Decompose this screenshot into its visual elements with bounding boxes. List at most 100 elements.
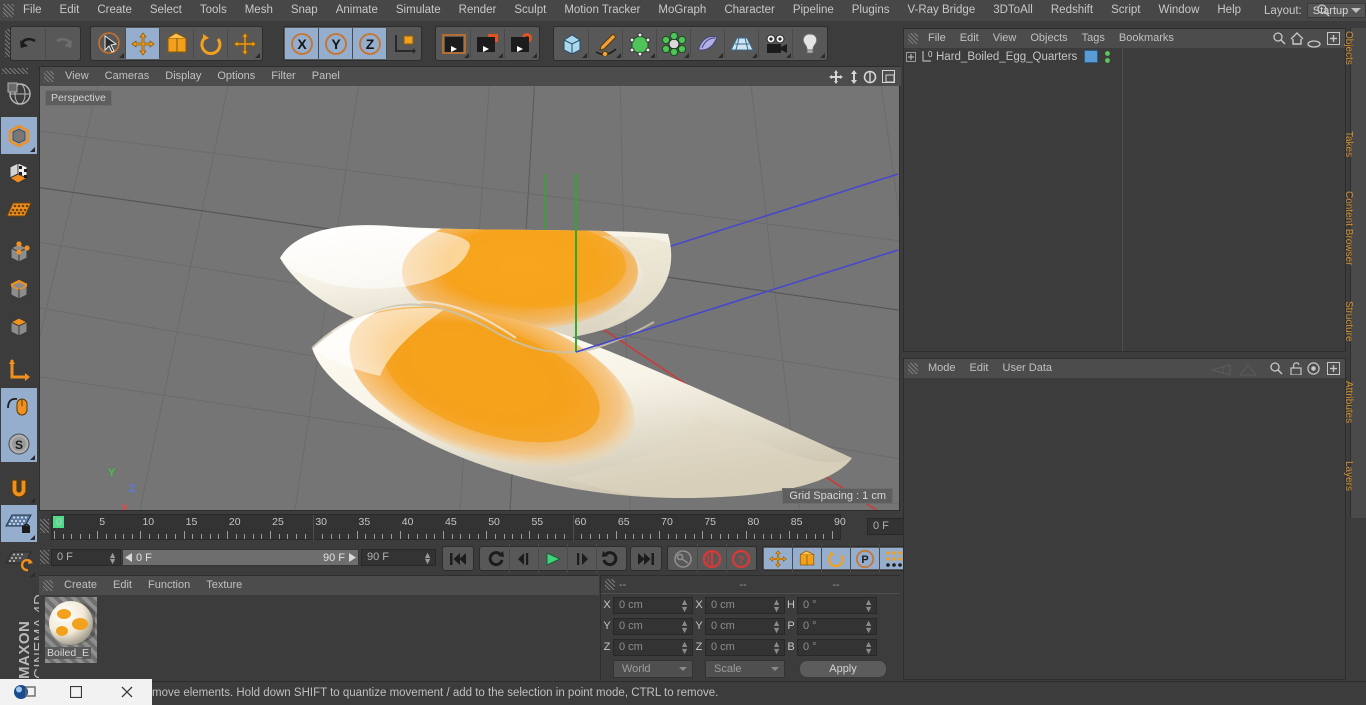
world-object-axis[interactable]: [387, 28, 420, 59]
spinner-icon[interactable]: ▲▼: [772, 618, 781, 634]
search-icon[interactable]: [1270, 362, 1283, 380]
side-tab-content-browser[interactable]: Content Browser: [1343, 188, 1366, 298]
lock-y-axis[interactable]: Y: [319, 28, 352, 59]
spinner-icon[interactable]: ▲▼: [423, 551, 432, 566]
spinner-icon[interactable]: ▲▼: [864, 597, 873, 613]
side-tab-structure[interactable]: Structure: [1343, 298, 1366, 378]
app-icon[interactable]: [0, 679, 51, 705]
dynamic-place-tool[interactable]: [228, 28, 261, 59]
keying-help-button[interactable]: ?: [727, 548, 755, 569]
spinner-icon[interactable]: ▲▼: [864, 639, 873, 655]
enable-axis-modification[interactable]: [1, 351, 37, 388]
coord-field-size-y[interactable]: 0 cm ▲ ▼: [705, 617, 785, 635]
menu-item-plugins[interactable]: Plugins: [843, 0, 899, 21]
viewport-menu-options[interactable]: Options: [209, 67, 263, 86]
coord-field-rot-h[interactable]: 0 ° ▲ ▼: [797, 596, 877, 614]
render-to-picture-viewer-button[interactable]: [471, 28, 504, 59]
menu-item-3dtoall[interactable]: 3DToAll: [984, 0, 1042, 21]
attribute-menu-mode[interactable]: Mode: [921, 359, 963, 378]
material-tag-icon[interactable]: [1084, 50, 1098, 63]
render-view-button[interactable]: [437, 28, 470, 59]
target-icon[interactable]: [1307, 362, 1320, 380]
coord-field-pos-y[interactable]: 0 cm ▲ ▼: [613, 617, 693, 635]
viewport-menu-display[interactable]: Display: [157, 67, 209, 86]
spinner-icon[interactable]: ▲▼: [680, 618, 689, 634]
material-menu-edit[interactable]: Edit: [105, 576, 140, 595]
menu-item-render[interactable]: Render: [450, 0, 506, 21]
viewport-solo-single[interactable]: [1, 388, 37, 425]
menu-item-file[interactable]: File: [14, 0, 51, 21]
expand-icon[interactable]: [904, 51, 918, 62]
material-menu-function[interactable]: Function: [140, 576, 198, 595]
viewport-menu-cameras[interactable]: Cameras: [97, 67, 158, 86]
preview-range-bar[interactable]: 0 F 90 F: [122, 549, 359, 566]
side-tab-objects[interactable]: Objects: [1343, 28, 1366, 128]
record-scale-button[interactable]: [793, 548, 821, 569]
object-menu-edit[interactable]: Edit: [953, 29, 986, 48]
next-key-button[interactable]: [597, 548, 625, 569]
workplane-mode[interactable]: [1, 191, 37, 228]
move-tool[interactable]: [126, 28, 159, 59]
apply-button[interactable]: Apply: [799, 660, 887, 678]
maximize-window-button[interactable]: [51, 679, 102, 705]
material-menu-texture[interactable]: Texture: [198, 576, 250, 595]
go-to-end-button[interactable]: [632, 548, 660, 569]
viewport-menu-view[interactable]: View: [57, 67, 97, 86]
object-menu-tags[interactable]: Tags: [1075, 29, 1112, 48]
redo-button[interactable]: [46, 28, 79, 59]
record-rotation-button[interactable]: [822, 548, 850, 569]
menu-item-motion-tracker[interactable]: Motion Tracker: [555, 0, 649, 21]
menu-item-window[interactable]: Window: [1149, 0, 1208, 21]
menu-item-script[interactable]: Script: [1102, 0, 1149, 21]
size-mode-dropdown[interactable]: Scale: [705, 660, 785, 678]
coord-field-size-x[interactable]: 0 cm ▲ ▼: [705, 596, 785, 614]
coord-field-pos-x[interactable]: 0 cm ▲ ▼: [613, 596, 693, 614]
menu-item-pipeline[interactable]: Pipeline: [784, 0, 843, 21]
layout-dropdown[interactable]: Startup: [1306, 3, 1366, 18]
cube-primitive-button[interactable]: [555, 28, 588, 59]
viewport-menu-panel[interactable]: Panel: [304, 67, 348, 86]
coord-field-rot-b[interactable]: 0 ° ▲ ▼: [797, 638, 877, 656]
rotate-tool[interactable]: [194, 28, 227, 59]
step-forward-button[interactable]: [568, 548, 596, 569]
menu-item-redshift[interactable]: Redshift: [1042, 0, 1102, 21]
menu-item-simulate[interactable]: Simulate: [387, 0, 450, 21]
side-tab-layers[interactable]: Layers: [1343, 458, 1366, 518]
coord-field-rot-p[interactable]: 0 ° ▲ ▼: [797, 617, 877, 635]
coord-field-size-z[interactable]: 0 cm ▲ ▼: [705, 638, 785, 656]
scene-object-button[interactable]: [691, 28, 724, 59]
lock-x-axis[interactable]: X: [285, 28, 318, 59]
spline-pen-button[interactable]: [589, 28, 622, 59]
object-menu-view[interactable]: View: [986, 29, 1024, 48]
start-frame-field[interactable]: 0 F ▲ ▼: [51, 549, 121, 566]
visibility-dots-icon[interactable]: [1104, 50, 1111, 69]
record-position-button[interactable]: [764, 548, 792, 569]
end-frame-field[interactable]: 90 F ▲ ▼: [361, 549, 436, 566]
menu-item-snap[interactable]: Snap: [282, 0, 327, 21]
floor-button[interactable]: [725, 28, 758, 59]
material-list[interactable]: Boiled_E: [39, 595, 599, 681]
viewport-solo-hierarchy[interactable]: S: [1, 425, 37, 462]
previous-key-button[interactable]: [481, 548, 509, 569]
viewport-menu-filter[interactable]: Filter: [263, 67, 303, 86]
forward-arrow-icon[interactable]: [1238, 363, 1258, 381]
edges-mode[interactable]: [1, 271, 37, 308]
texture-mode[interactable]: [1, 154, 37, 191]
material-menu-create[interactable]: Create: [56, 576, 105, 595]
deformer-button[interactable]: [657, 28, 690, 59]
timeline-ruler[interactable]: 0 5 10 15 20 25 30 35 40 45 50 55 60 65 70 75 80 85 90: [51, 514, 846, 541]
generator-button[interactable]: [623, 28, 656, 59]
menu-item-help[interactable]: Help: [1208, 0, 1250, 21]
menu-item-mesh[interactable]: Mesh: [236, 0, 282, 21]
menu-item-edit[interactable]: Edit: [51, 0, 89, 21]
side-tab-attributes[interactable]: Attributes: [1343, 378, 1366, 458]
attribute-menu-user-data[interactable]: User Data: [996, 359, 1060, 378]
attribute-menu-edit[interactable]: Edit: [963, 359, 996, 378]
object-menu-file[interactable]: File: [921, 29, 953, 48]
menu-item-character[interactable]: Character: [715, 0, 784, 21]
camera-button[interactable]: [759, 28, 792, 59]
material-item-boiled-egg[interactable]: [47, 599, 99, 647]
model-mode[interactable]: [1, 117, 37, 154]
menu-item-vray-bridge[interactable]: V-Ray Bridge: [898, 0, 984, 21]
object-row-hard-boiled-egg-quarters[interactable]: 0 Hard_Boiled_Egg_Quarters: [904, 48, 1345, 65]
